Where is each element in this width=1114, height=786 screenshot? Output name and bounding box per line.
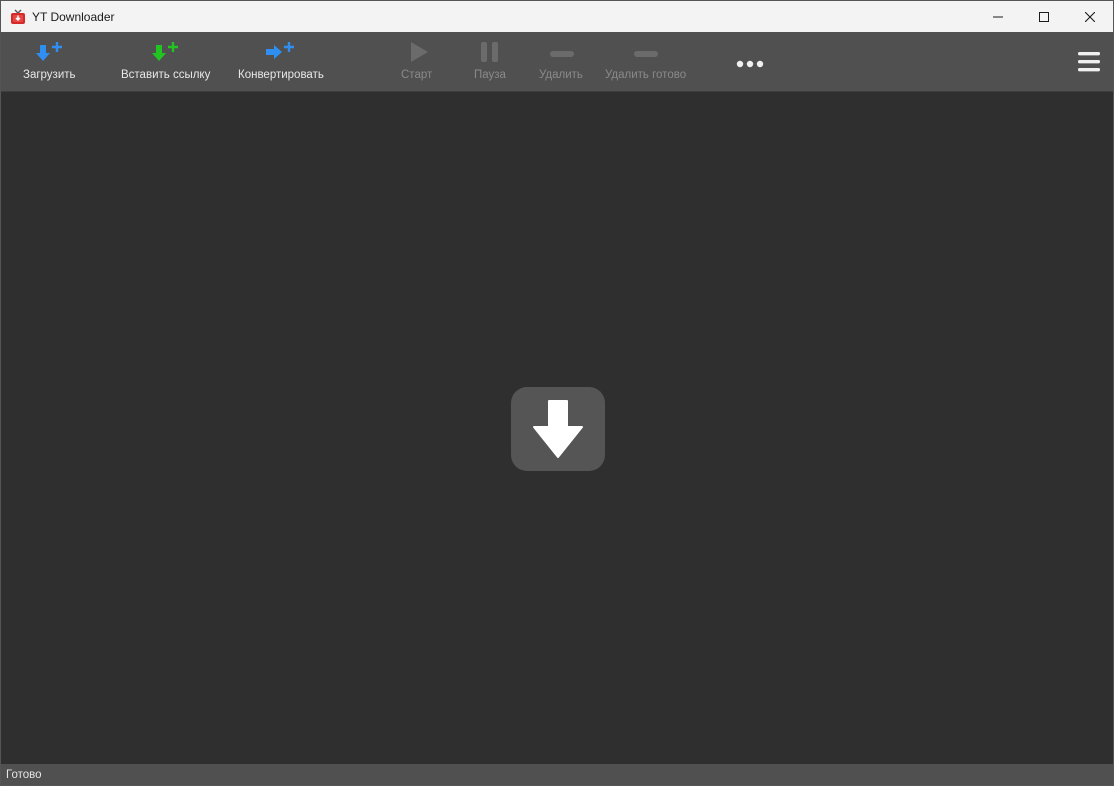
- start-label: Старт: [401, 69, 433, 81]
- title-bar[interactable]: YT Downloader: [1, 1, 1113, 32]
- more-dots-icon: [736, 56, 764, 74]
- delete-done-label: Удалить готово: [605, 69, 687, 81]
- convert-label: Конвертировать: [238, 69, 324, 81]
- convert-plus-icon: [265, 41, 299, 72]
- delete-button[interactable]: Удалить: [535, 32, 589, 92]
- download-label: Загрузить: [23, 69, 76, 81]
- play-icon: [408, 41, 430, 68]
- download-button[interactable]: Загрузить: [15, 32, 89, 92]
- delete-done-button[interactable]: Удалить готово: [603, 32, 689, 92]
- paste-link-plus-icon: [151, 41, 185, 72]
- convert-button[interactable]: Конвертировать: [235, 32, 329, 92]
- start-button[interactable]: Старт: [395, 32, 439, 92]
- minus-icon: [633, 46, 659, 64]
- download-list-area[interactable]: [1, 92, 1113, 766]
- window-controls: [975, 1, 1113, 32]
- close-button[interactable]: [1067, 1, 1113, 32]
- paste-link-label: Вставить ссылку: [121, 69, 211, 81]
- pause-button[interactable]: Пауза: [469, 32, 513, 92]
- minimize-button[interactable]: [975, 1, 1021, 32]
- tv-download-icon: [10, 9, 26, 25]
- pause-label: Пауза: [474, 69, 506, 81]
- paste-link-button[interactable]: Вставить ссылку: [119, 32, 215, 92]
- minus-icon: [549, 46, 575, 64]
- delete-label: Удалить: [539, 69, 583, 81]
- menu-button[interactable]: [1071, 32, 1109, 92]
- status-bar: Готово: [1, 764, 1113, 785]
- more-button[interactable]: [731, 32, 769, 92]
- minimize-icon: [993, 16, 1003, 17]
- app-window: YT Downloader Загрузить Вставить ссылку …: [0, 0, 1114, 786]
- maximize-button[interactable]: [1021, 1, 1067, 32]
- download-arrow-icon[interactable]: [511, 387, 605, 471]
- download-plus-icon: [35, 41, 69, 72]
- hamburger-menu-icon: [1078, 51, 1100, 78]
- close-icon: [1085, 11, 1095, 22]
- toolbar: Загрузить Вставить ссылку Конвертировать…: [1, 32, 1113, 101]
- status-text: Готово: [6, 768, 42, 781]
- window-title: YT Downloader: [32, 9, 115, 24]
- maximize-icon: [1039, 11, 1049, 22]
- pause-icon: [479, 41, 501, 68]
